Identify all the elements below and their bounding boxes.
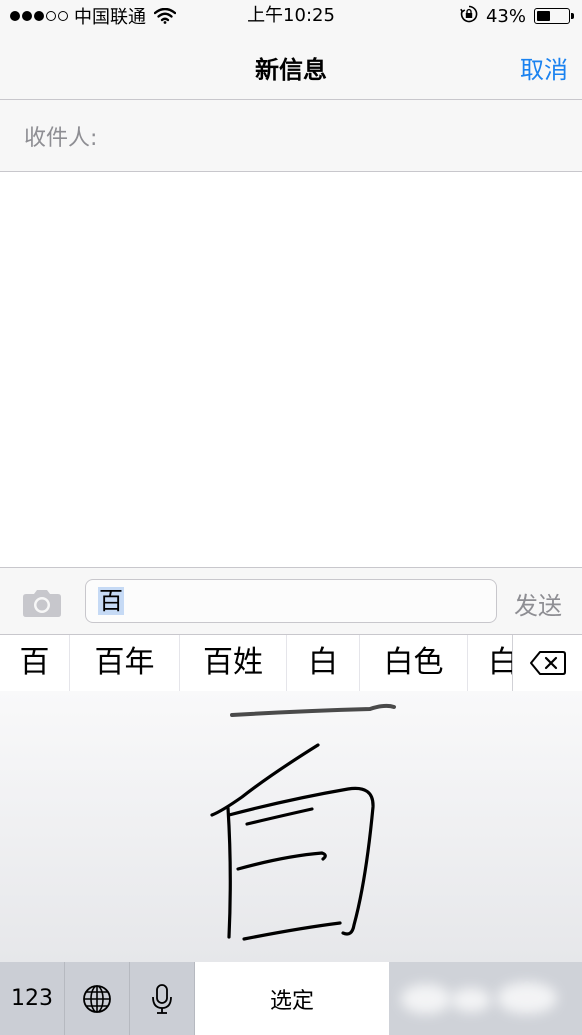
- status-right: 43%: [460, 4, 574, 28]
- battery-icon: [534, 8, 574, 24]
- recipient-input[interactable]: [110, 114, 560, 158]
- status-bar: 中国联通 上午10:25 43%: [0, 0, 582, 32]
- navigation-bar: 新信息 取消: [0, 32, 582, 100]
- candidate-item[interactable]: 白色: [360, 635, 468, 691]
- message-input[interactable]: 百: [85, 579, 497, 623]
- candidate-bar: 百 百年 百姓 白 白色 白: [0, 635, 582, 691]
- camera-icon[interactable]: [22, 588, 62, 622]
- blur-blob: [497, 982, 557, 1014]
- delete-button[interactable]: [512, 635, 582, 691]
- blur-blob: [451, 988, 491, 1012]
- globe-icon: [83, 984, 111, 1013]
- candidate-item[interactable]: 白: [468, 635, 512, 691]
- recipient-row: 收件人:: [0, 100, 582, 172]
- candidate-item[interactable]: 百年: [70, 635, 180, 691]
- recipient-label: 收件人:: [24, 126, 98, 151]
- microphone-icon: [152, 983, 172, 1014]
- globe-key[interactable]: [65, 962, 130, 1035]
- message-input-text: 百: [98, 587, 124, 615]
- cancel-button[interactable]: 取消: [520, 50, 568, 85]
- keyboard-bottom-row: 123 选定: [0, 962, 582, 1035]
- microphone-key[interactable]: [130, 962, 195, 1035]
- battery-fill: [537, 11, 550, 21]
- message-area: [0, 173, 582, 567]
- candidate-item[interactable]: 百姓: [180, 635, 287, 691]
- compose-bar: 百 发送: [0, 567, 582, 635]
- candidate-item[interactable]: 白: [287, 635, 360, 691]
- candidate-item[interactable]: 百: [0, 635, 70, 691]
- delete-backspace-icon: [529, 651, 566, 675]
- orientation-lock-icon: [460, 5, 478, 27]
- select-key[interactable]: 选定: [195, 962, 389, 1035]
- battery-tip: [571, 13, 574, 19]
- send-button[interactable]: 发送: [514, 586, 562, 621]
- page-title: 新信息: [255, 56, 327, 84]
- blurred-key-area: [389, 962, 582, 1035]
- battery-percentage: 43%: [485, 5, 526, 27]
- handwriting-strokes: [210, 703, 396, 941]
- numbers-key[interactable]: 123: [0, 962, 65, 1035]
- handwriting-pad[interactable]: [0, 691, 582, 962]
- blur-blob: [401, 984, 451, 1014]
